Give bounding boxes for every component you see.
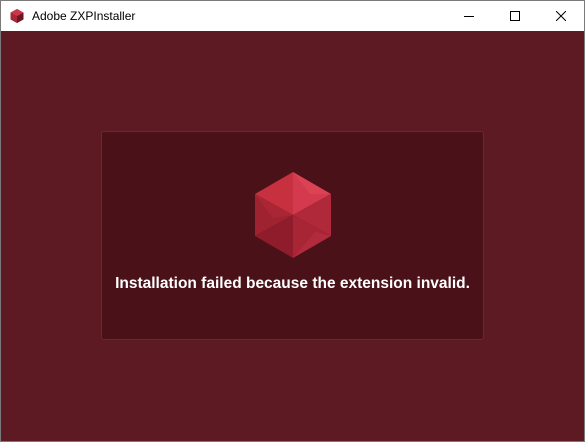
red-cube-icon (255, 172, 331, 258)
close-button[interactable] (538, 1, 584, 30)
status-panel: Installation failed because the extensio… (101, 131, 484, 340)
status-message: Installation failed because the extensio… (115, 275, 470, 292)
minimize-button[interactable] (446, 1, 492, 30)
maximize-button[interactable] (492, 1, 538, 30)
title-bar[interactable]: Adobe ZXPInstaller (1, 1, 584, 31)
app-window: Adobe ZXPInstaller Installation failed b… (0, 0, 585, 442)
main-area: Installation failed because the extensio… (1, 31, 584, 441)
maximize-icon (510, 10, 520, 21)
window-title: Adobe ZXPInstaller (32, 9, 136, 23)
close-icon (556, 10, 566, 21)
minimize-icon (464, 15, 474, 17)
zxpinstaller-cube-icon (10, 9, 24, 23)
